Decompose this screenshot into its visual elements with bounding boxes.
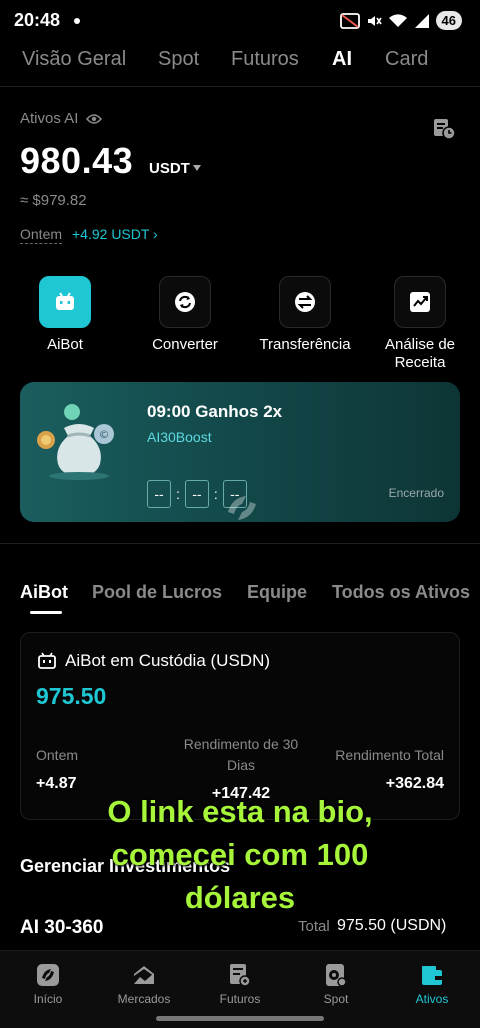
nav-label: Mercados xyxy=(117,992,171,1006)
tab-ai[interactable]: AI xyxy=(332,48,352,71)
nav-spot[interactable]: Spot xyxy=(288,963,384,1006)
eye-icon[interactable] xyxy=(86,113,103,125)
nav-label: Ativos xyxy=(415,992,449,1006)
status-bar: 20:48 46 xyxy=(0,0,480,40)
wifi-icon xyxy=(388,13,407,27)
nav-label: Futuros xyxy=(219,992,261,1006)
action-aibot[interactable]: AiBot xyxy=(10,276,120,354)
assets-header: Ativos AI xyxy=(20,110,103,127)
balance-unit[interactable]: USDT xyxy=(149,160,190,177)
custody-title: AiBot em Custódia (USDN) xyxy=(65,651,271,670)
action-label: Converter xyxy=(152,336,218,353)
tab-spot[interactable]: Spot xyxy=(158,48,199,71)
action-label: AiBot xyxy=(47,336,83,353)
tab-visao-geral[interactable]: Visão Geral xyxy=(22,48,126,71)
mute-icon xyxy=(367,15,382,26)
transfer-icon xyxy=(279,276,331,328)
home-indicator[interactable] xyxy=(156,1016,324,1021)
status-time: 20:48 xyxy=(14,10,61,30)
stat-label: Ontem xyxy=(36,747,79,763)
nav-inicio[interactable]: Início xyxy=(0,963,96,1006)
nav-label: Início xyxy=(33,992,63,1006)
subtab-pool-de-lucros[interactable]: Pool de Lucros xyxy=(92,582,222,603)
subtab-todos-os-ativos[interactable]: Todos os Ativos xyxy=(332,582,470,603)
markets-icon xyxy=(132,963,156,987)
action-label: Análise de Receita xyxy=(384,336,456,371)
robot-icon xyxy=(38,652,56,669)
balance-usd-approx: ≈ $979.82 xyxy=(20,192,87,209)
spot-icon xyxy=(324,963,348,987)
cast-icon xyxy=(339,12,360,29)
watermark-logo-icon xyxy=(228,496,256,520)
custody-header: AiBot em Custódia (USDN) xyxy=(37,651,270,671)
nav-ativos[interactable]: Ativos xyxy=(384,963,480,1006)
caret-down-icon[interactable] xyxy=(193,165,201,171)
custody-amount: 975.50 xyxy=(36,683,107,709)
section-divider xyxy=(0,543,480,544)
plan-total-label: Total xyxy=(298,918,330,935)
countdown-separator: : xyxy=(213,486,218,502)
plan-name[interactable]: AI 30-360 xyxy=(20,917,103,939)
chart-icon xyxy=(394,276,446,328)
sub-tabs: AiBot Pool de Lucros Equipe Todos os Ati… xyxy=(0,580,480,616)
plan-total-value: 975.50 (USDN) xyxy=(337,917,447,934)
futures-icon xyxy=(228,963,252,987)
nav-label: Spot xyxy=(323,992,349,1006)
yesterday-label: Ontem xyxy=(20,226,63,244)
convert-icon xyxy=(159,276,211,328)
tab-card[interactable]: Card xyxy=(385,48,428,71)
notification-dot xyxy=(74,18,80,24)
signal-icon xyxy=(414,13,429,28)
history-icon[interactable] xyxy=(432,117,456,141)
banner-status: Encerrado xyxy=(388,486,444,500)
tabs-divider xyxy=(0,86,480,87)
action-analise-de-receita[interactable]: Análise de Receita xyxy=(365,276,475,372)
action-converter[interactable]: Converter xyxy=(130,276,240,354)
promo-banner[interactable]: © 09:00 Ganhos 2x AI30Boost -- : -- : --… xyxy=(20,382,460,522)
money-bag-icon: © xyxy=(37,404,114,480)
countdown-minutes: -- xyxy=(184,480,209,508)
home-icon xyxy=(36,963,60,987)
assets-label: Ativos AI xyxy=(20,110,79,127)
balance-amount: 980.43 xyxy=(20,140,134,181)
countdown-hours: -- xyxy=(147,480,171,508)
tab-futuros[interactable]: Futuros xyxy=(231,48,299,71)
subtab-equipe[interactable]: Equipe xyxy=(247,582,307,603)
countdown-separator: : xyxy=(176,486,180,502)
status-icons: 46 xyxy=(339,11,462,30)
stat-label: Rendimento de 30 Dias xyxy=(183,736,299,773)
nav-futuros[interactable]: Futuros xyxy=(192,963,288,1006)
action-transferencia[interactable]: Transferência xyxy=(250,276,360,354)
subtab-aibot[interactable]: AiBot xyxy=(20,582,68,603)
nav-mercados[interactable]: Mercados xyxy=(96,963,192,1006)
action-label: Transferência xyxy=(259,336,351,353)
top-tabs: Visão Geral Spot Futuros AI Card xyxy=(0,44,480,78)
yesterday-pnl-link[interactable]: +4.92 USDT › xyxy=(72,226,158,242)
active-tab-indicator xyxy=(30,611,62,614)
wallet-icon xyxy=(420,963,444,987)
robot-icon xyxy=(39,276,91,328)
battery-indicator: 46 xyxy=(435,11,462,30)
video-caption-overlay: O link esta na bio, comecei com 100 dóla… xyxy=(107,794,373,915)
svg-text:©: © xyxy=(99,428,110,441)
banner-subtitle: AI30Boost xyxy=(147,429,212,445)
banner-title: 09:00 Ganhos 2x xyxy=(147,402,283,421)
stat-label: Rendimento Total xyxy=(335,747,444,763)
